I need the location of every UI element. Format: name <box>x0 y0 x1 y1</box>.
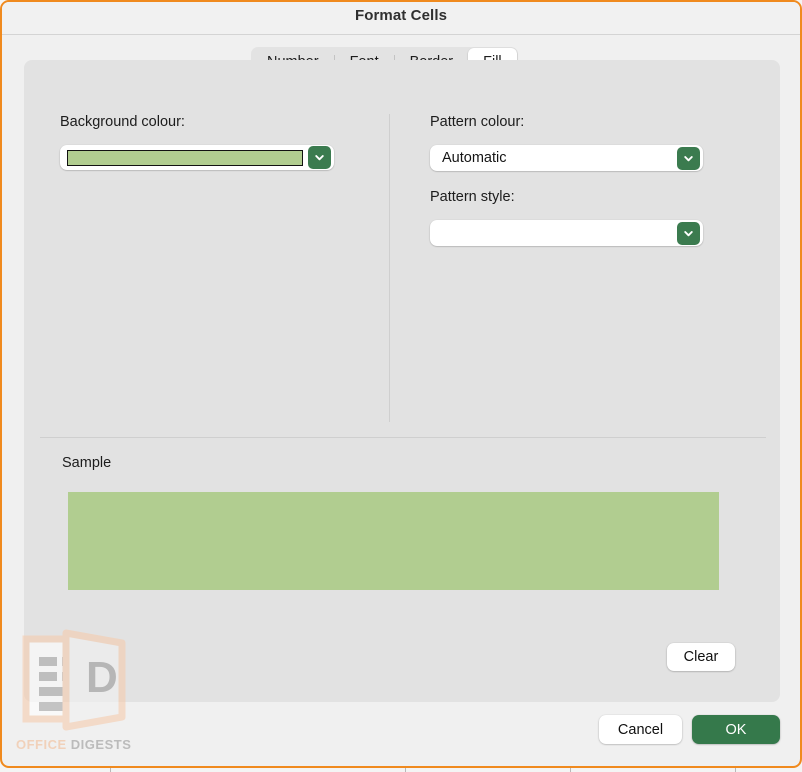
watermark-text-digests: DIGESTS <box>70 737 132 752</box>
chevron-down-icon[interactable] <box>308 146 331 169</box>
background-colour-swatch <box>67 149 303 166</box>
pattern-colour-label: Pattern colour: <box>430 114 525 130</box>
cancel-button[interactable]: Cancel <box>599 715 682 744</box>
pattern-colour-value: Automatic <box>442 150 507 166</box>
sample-label: Sample <box>62 455 112 471</box>
dialog-title: Format Cells <box>354 7 448 24</box>
pattern-style-combobox[interactable] <box>430 220 703 246</box>
watermark-text-office: OFFICE <box>16 737 67 752</box>
pattern-style-label: Pattern style: <box>430 189 515 205</box>
horizontal-divider <box>40 437 766 438</box>
background-colour-swatch-wrap <box>60 149 308 166</box>
sample-preview <box>68 492 719 590</box>
ok-button[interactable]: OK <box>692 715 780 744</box>
chevron-down-icon[interactable] <box>677 221 700 245</box>
pattern-colour-combobox[interactable]: Automatic <box>430 145 703 171</box>
fill-settings-panel: Background colour: Pattern colour: Autom… <box>24 60 780 702</box>
chevron-down-icon[interactable] <box>677 146 700 170</box>
format-cells-dialog: Format Cells Number Font Border Fill Bac… <box>0 0 802 768</box>
dialog-titlebar: Format Cells <box>2 2 800 35</box>
clear-button[interactable]: Clear <box>667 643 735 671</box>
vertical-divider <box>389 114 390 422</box>
background-colour-combobox[interactable] <box>60 145 334 170</box>
watermark-text: OFFICE DIGESTS <box>16 737 131 752</box>
background-colour-label: Background colour: <box>60 114 185 130</box>
